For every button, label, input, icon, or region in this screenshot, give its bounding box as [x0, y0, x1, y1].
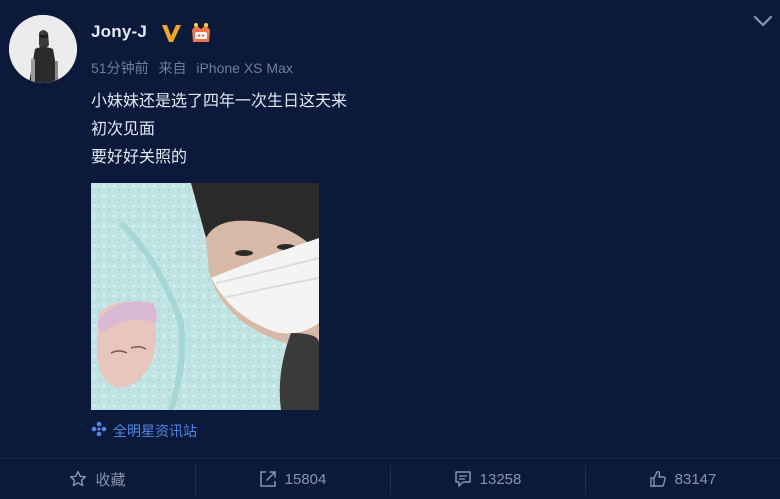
share-arrow-icon [259, 470, 277, 488]
content-line: 小妹妹还是选了四年一次生日这天来 [91, 91, 348, 110]
comment-button[interactable]: 13258 [390, 459, 585, 499]
post-meta: 51分钟前 来自 iPhone XS Max [91, 58, 293, 78]
star-icon [69, 470, 87, 488]
source-prefix: 来自 [158, 60, 187, 76]
weibo-post: Jony-J 51分钟前 来自 iPhone XS Max 小妹妹还是选了四年一… [0, 0, 780, 499]
source-device[interactable]: iPhone XS Max [196, 60, 293, 76]
pinwheel-icon [91, 421, 107, 441]
avatar[interactable] [9, 15, 77, 83]
favorite-label: 收藏 [95, 471, 126, 489]
like-button[interactable]: 83147 [585, 459, 780, 499]
post-content: 小妹妹还是选了四年一次生日这天来 初次见面 要好好关照的 [91, 87, 347, 171]
action-bar: 收藏 15804 13258 83147 [0, 459, 780, 499]
repost-button[interactable]: 15804 [195, 459, 390, 499]
post-photo[interactable] [91, 183, 319, 410]
comment-count: 13258 [479, 470, 522, 488]
comment-bubble-icon [454, 470, 472, 488]
username[interactable]: Jony-J [91, 22, 147, 42]
favorite-button[interactable]: 收藏 [0, 459, 195, 499]
verified-v-icon[interactable] [160, 22, 182, 44]
content-line: 初次见面 [91, 119, 156, 138]
post-time[interactable]: 51分钟前 [91, 60, 149, 76]
repost-count: 15804 [284, 470, 327, 488]
thumbs-up-icon [649, 470, 667, 488]
chevron-down-icon[interactable] [752, 12, 774, 30]
attribution-link[interactable]: 全明星资讯站 [91, 421, 197, 441]
like-count: 83147 [674, 470, 717, 488]
vip-crown-icon[interactable] [189, 21, 213, 45]
content-line: 要好好关照的 [91, 147, 188, 166]
attribution-label: 全明星资讯站 [113, 424, 197, 440]
